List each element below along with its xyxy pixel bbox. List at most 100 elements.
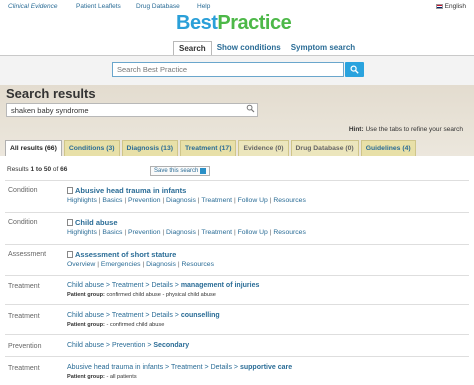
section-link-resources[interactable]: Resources [273, 229, 306, 236]
result-divider [5, 356, 469, 357]
result-type: Prevention [8, 343, 42, 350]
tab-conditions[interactable]: Conditions (3) [63, 140, 120, 156]
section-link-resources[interactable]: Resources [182, 261, 215, 268]
language-selector[interactable]: English [435, 3, 466, 10]
section-link-basics[interactable]: Basics [102, 197, 122, 204]
result-divider [5, 304, 469, 305]
logo-part-practice: Practice [217, 12, 292, 34]
tab-treatment[interactable]: Treatment (17) [180, 140, 237, 156]
section-link-diagnosis[interactable]: Diagnosis [166, 197, 196, 204]
section-link-emergencies[interactable]: Emergencies [101, 261, 141, 268]
result-type: Treatment [8, 283, 40, 290]
result-tabs: All results (66) Conditions (3) Diagnosi… [5, 140, 416, 156]
logo-part-best: Best [176, 12, 218, 34]
result-title-link[interactable]: Child abuse [67, 218, 118, 227]
magnifier-icon[interactable] [246, 104, 255, 113]
refine-query-input[interactable]: shaken baby syndrome [6, 103, 258, 117]
result-breadcrumb-link[interactable]: Abusive head trauma in infants > Treatme… [67, 364, 292, 371]
result-divider [5, 275, 469, 276]
document-icon [67, 219, 73, 226]
count-total: 66 [60, 166, 68, 173]
link-clinical-evidence[interactable]: Clinical Evidence [8, 3, 58, 10]
document-icon [67, 251, 73, 258]
section-link-prevention[interactable]: Prevention [128, 229, 161, 236]
result-type: Treatment [8, 313, 40, 320]
tab-evidence[interactable]: Evidence (0) [238, 140, 289, 156]
result-title-link[interactable]: Assessment of short stature [67, 250, 176, 259]
tab-diagnosis[interactable]: Diagnosis (13) [121, 140, 178, 156]
search-button[interactable] [345, 62, 364, 77]
uk-flag-icon [435, 4, 443, 9]
result-title: Assessment of short stature [75, 250, 177, 259]
result-breadcrumb-link[interactable]: Child abuse > Treatment > Details > coun… [67, 312, 220, 319]
section-link-overview[interactable]: Overview [67, 261, 95, 268]
section-link-diagnosis[interactable]: Diagnosis [166, 229, 196, 236]
breadcrumb-path: Child abuse > Treatment > Details > [67, 312, 181, 319]
breadcrumb-target: management of injuries [180, 282, 260, 289]
section-link-diagnosis[interactable]: Diagnosis [146, 261, 176, 268]
search-tabs: Search Show conditions Symptom search [173, 41, 360, 56]
link-patient-leaflets[interactable]: Patient Leaflets [76, 3, 121, 10]
patient-group-label: Patient group: [67, 374, 105, 380]
section-link-treatment[interactable]: Treatment [201, 197, 232, 204]
breadcrumb-path: Child abuse > Treatment > Details > [67, 282, 181, 289]
count-mid: of [51, 166, 61, 173]
result-divider [5, 244, 469, 245]
result-type: Condition [8, 187, 38, 194]
link-drug-database[interactable]: Drug Database [136, 3, 180, 10]
save-search-button[interactable]: Save this search [150, 166, 211, 176]
tab-search[interactable]: Search [173, 41, 212, 56]
breadcrumb-path: Abusive head trauma in infants > Treatme… [67, 364, 240, 371]
breadcrumb-target: supportive care [239, 364, 293, 371]
result-title: Child abuse [75, 218, 118, 227]
save-icon [200, 168, 207, 174]
section-link-follow-up[interactable]: Follow Up [238, 229, 268, 236]
bestpractice-logo[interactable]: BestPractice [176, 12, 292, 35]
result-divider [5, 212, 469, 213]
result-title-link[interactable]: Abusive head trauma in infants [67, 186, 186, 195]
breadcrumb-target: Secondary [153, 342, 190, 349]
tab-all-results[interactable]: All results (66) [5, 140, 62, 156]
refine-hint: Hint: Use the tabs to refine your search [349, 126, 463, 133]
tab-drug-database[interactable]: Drug Database (0) [290, 140, 359, 156]
patient-group: Patient group: - all patients [67, 374, 137, 380]
patient-group: Patient group: - confirmed child abuse [67, 322, 164, 328]
hint-label: Hint: [348, 126, 364, 133]
result-type: Condition [8, 219, 38, 226]
page-title: Search results [6, 86, 96, 101]
tab-symptom-search[interactable]: Symptom search [286, 41, 360, 56]
patient-group-value: - all patients [104, 374, 137, 380]
save-search-label: Save this search [154, 168, 199, 174]
hint-text: Use the tabs to refine your search [363, 126, 463, 133]
patient-group-value: - confirmed child abuse [104, 322, 165, 328]
section-link-follow-up[interactable]: Follow Up [238, 197, 268, 204]
document-icon [67, 187, 73, 194]
result-divider [5, 334, 469, 335]
breadcrumb-path: Child abuse > Prevention > [67, 342, 154, 349]
count-prefix: Results [7, 166, 31, 173]
search-input[interactable]: Search Best Practice [112, 62, 344, 77]
patient-group: Patient group: confirmed child abuse - p… [67, 292, 216, 298]
patient-group-value: confirmed child abuse - physical child a… [104, 292, 216, 298]
section-link-treatment[interactable]: Treatment [201, 229, 232, 236]
link-help[interactable]: Help [197, 3, 210, 10]
patient-group-label: Patient group: [67, 292, 105, 298]
result-breadcrumb-link[interactable]: Child abuse > Prevention > Secondary [67, 342, 189, 349]
result-type: Assessment [8, 251, 47, 258]
result-breadcrumb-link[interactable]: Child abuse > Treatment > Details > mana… [67, 282, 259, 289]
section-link-highlights[interactable]: Highlights [67, 229, 97, 236]
results-count: Results 1 to 50 of 66 [7, 166, 67, 173]
tab-guidelines[interactable]: Guidelines (4) [360, 140, 416, 156]
result-divider [5, 180, 469, 181]
section-link-resources[interactable]: Resources [273, 197, 306, 204]
tab-show-conditions[interactable]: Show conditions [212, 41, 286, 56]
count-range: 1 to 50 [30, 166, 52, 173]
result-sections: Highlights | Basics | Prevention | Diagn… [67, 197, 306, 204]
section-link-highlights[interactable]: Highlights [67, 197, 97, 204]
section-link-basics[interactable]: Basics [102, 229, 122, 236]
result-sections: Highlights | Basics | Prevention | Diagn… [67, 229, 306, 236]
section-link-prevention[interactable]: Prevention [128, 197, 161, 204]
result-type: Treatment [8, 365, 40, 372]
search-icon [350, 65, 359, 74]
patient-group-label: Patient group: [67, 322, 105, 328]
